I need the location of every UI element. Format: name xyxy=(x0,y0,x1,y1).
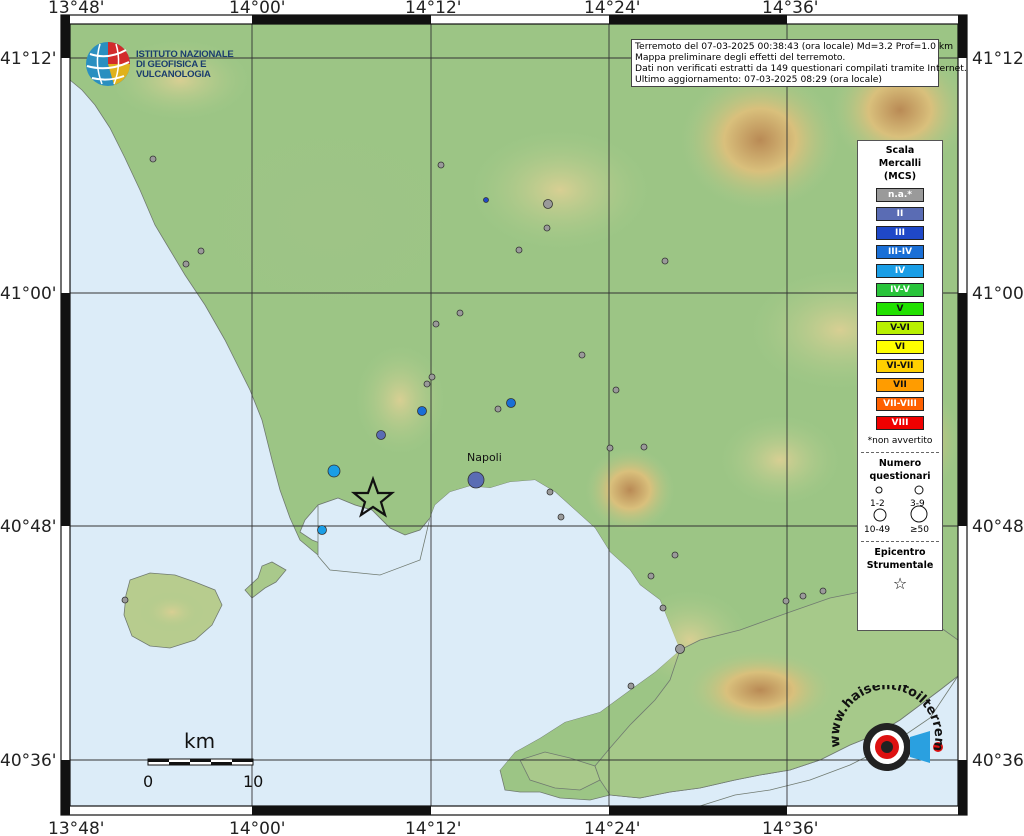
size-label-4: ≥50 xyxy=(910,525,929,535)
intensity-point[interactable] xyxy=(640,443,648,451)
city-label-napoli: Napoli xyxy=(467,451,502,464)
legend-title: Scala Mercalli (MCS) xyxy=(858,144,942,183)
legend-swatch: V-VI xyxy=(876,321,924,335)
intensity-point[interactable] xyxy=(819,587,827,595)
intensity-point[interactable] xyxy=(417,406,427,416)
legend-swatch: VII-VIII xyxy=(876,397,924,411)
intensity-point[interactable] xyxy=(543,199,553,209)
intensity-point[interactable] xyxy=(182,260,190,268)
hsi-watermark: www.haisentitoilterremoto.it xyxy=(822,685,946,771)
legend-swatch: IV xyxy=(876,264,924,278)
lat-label-left: 41°12' xyxy=(0,49,56,69)
lat-label-right: 40°48' xyxy=(972,517,1024,537)
lon-label-bottom: 14°24' xyxy=(584,819,640,836)
lon-label-bottom: 13°48' xyxy=(48,819,104,836)
intensity-point[interactable] xyxy=(515,246,523,254)
lat-label-left: 40°48' xyxy=(0,517,56,537)
info-line-3: Dati non verificati estratti da 149 ques… xyxy=(635,63,967,74)
lon-label-top: 13°48' xyxy=(48,0,104,18)
scale-bar xyxy=(147,758,254,766)
intensity-point[interactable] xyxy=(675,644,685,654)
intensity-point[interactable] xyxy=(506,398,516,408)
lon-label-top: 14°36' xyxy=(762,0,818,18)
epicentro-title: Epicentro Strumentale xyxy=(858,546,942,572)
legend-swatches: n.a.* II III III-IV IV IV-V V V-VI VI VI-VII VII VI… xyxy=(858,188,942,430)
scale-min-label: 0 xyxy=(143,772,153,791)
intensity-point[interactable] xyxy=(197,247,205,255)
intensity-point[interactable] xyxy=(494,405,502,413)
legend-swatch: VII xyxy=(876,378,924,392)
globe-icon xyxy=(86,42,130,86)
intensity-point[interactable] xyxy=(606,444,614,452)
intensity-point[interactable] xyxy=(317,525,327,535)
legend-swatch: VIII xyxy=(876,416,924,430)
intensity-point[interactable] xyxy=(647,572,655,580)
intensity-point[interactable] xyxy=(428,373,436,381)
intensity-point[interactable] xyxy=(627,682,635,690)
info-line-4: Ultimo aggiornamento: 07-03-2025 08:29 (… xyxy=(635,74,883,85)
numero-title-1: Numero xyxy=(878,458,922,469)
mcs-legend: Scala Mercalli (MCS) n.a.* II III III-IV IV I… xyxy=(857,140,943,631)
intensity-point[interactable] xyxy=(467,471,485,489)
lon-label-top: 14°24' xyxy=(584,0,640,18)
legend-swatch: n.a.* xyxy=(876,188,924,202)
epicentro-title-2: Strumentale xyxy=(866,560,934,571)
lon-label-bottom: 14°12' xyxy=(405,819,461,836)
intensity-point[interactable] xyxy=(423,380,431,388)
legend-swatch: III xyxy=(876,226,924,240)
intensity-point[interactable] xyxy=(483,197,489,203)
intensity-point[interactable] xyxy=(612,386,620,394)
intensity-point[interactable] xyxy=(659,604,667,612)
logo-line-2: DI GEOFISICA E VULCANOLOGIA xyxy=(136,59,211,80)
numero-title: Numero questionari xyxy=(858,457,942,483)
info-line-2: Mappa preliminare degli effetti del terr… xyxy=(635,52,846,63)
intensity-point[interactable] xyxy=(578,351,586,359)
lon-label-top: 14°00' xyxy=(229,0,285,18)
legend-swatch: II xyxy=(876,207,924,221)
legend-title-3: (MCS) xyxy=(883,171,917,182)
intensity-point[interactable] xyxy=(557,513,565,521)
legend-swatch: V xyxy=(876,302,924,316)
intensity-point[interactable] xyxy=(376,430,386,440)
intensity-point[interactable] xyxy=(327,464,341,478)
lat-label-left: 40°36' xyxy=(0,751,56,771)
intensity-point[interactable] xyxy=(782,597,790,605)
numero-title-2: questionari xyxy=(869,471,931,482)
legend-swatch: VI xyxy=(876,340,924,354)
intensity-point[interactable] xyxy=(456,309,464,317)
legend-swatch: IV-V xyxy=(876,283,924,297)
lat-label-left: 41°00' xyxy=(0,284,56,304)
info-line-1: Terremoto del 07-03-2025 00:38:43 (ora l… xyxy=(635,41,954,52)
size-label-3: 10-49 xyxy=(864,525,890,535)
lon-label-bottom: 14°36' xyxy=(762,819,818,836)
scale-unit-label: km xyxy=(184,729,215,753)
lat-label-right: 41°12' xyxy=(972,49,1024,69)
lon-label-bottom: 14°00' xyxy=(229,819,285,836)
star-icon: ☆ xyxy=(892,574,908,593)
legend-title-1: Scala xyxy=(885,145,915,156)
intensity-point[interactable] xyxy=(149,155,157,163)
legend-swatch: III-IV xyxy=(876,245,924,259)
lat-label-right: 40°36' xyxy=(972,751,1024,771)
legend-title-2: Mercalli xyxy=(878,158,922,169)
intensity-point[interactable] xyxy=(543,224,551,232)
size-legend: 1-2 3-9 10-49 ≥50 xyxy=(864,485,929,535)
size-label-1: 1-2 xyxy=(870,499,885,509)
epicentro-title-1: Epicentro xyxy=(874,547,926,558)
intensity-point[interactable] xyxy=(121,596,129,604)
intensity-point[interactable] xyxy=(799,592,807,600)
event-info-box: Terremoto del 07-03-2025 00:38:43 (ora l… xyxy=(631,39,967,87)
intensity-point[interactable] xyxy=(671,551,679,559)
lon-label-top: 14°12' xyxy=(405,0,461,18)
scale-max-label: 10 xyxy=(243,772,263,791)
intensity-point[interactable] xyxy=(661,257,669,265)
legend-swatch: VI-VII xyxy=(876,359,924,373)
lat-label-right: 41°00' xyxy=(972,284,1024,304)
legend-note: *non avvertito xyxy=(867,436,933,446)
intensity-point[interactable] xyxy=(432,320,440,328)
intensity-point[interactable] xyxy=(437,161,445,169)
intensity-point[interactable] xyxy=(546,488,554,496)
ingv-logo: ISTITUTO NAZIONALE DI GEOFISICA E VULCAN… xyxy=(84,40,259,88)
